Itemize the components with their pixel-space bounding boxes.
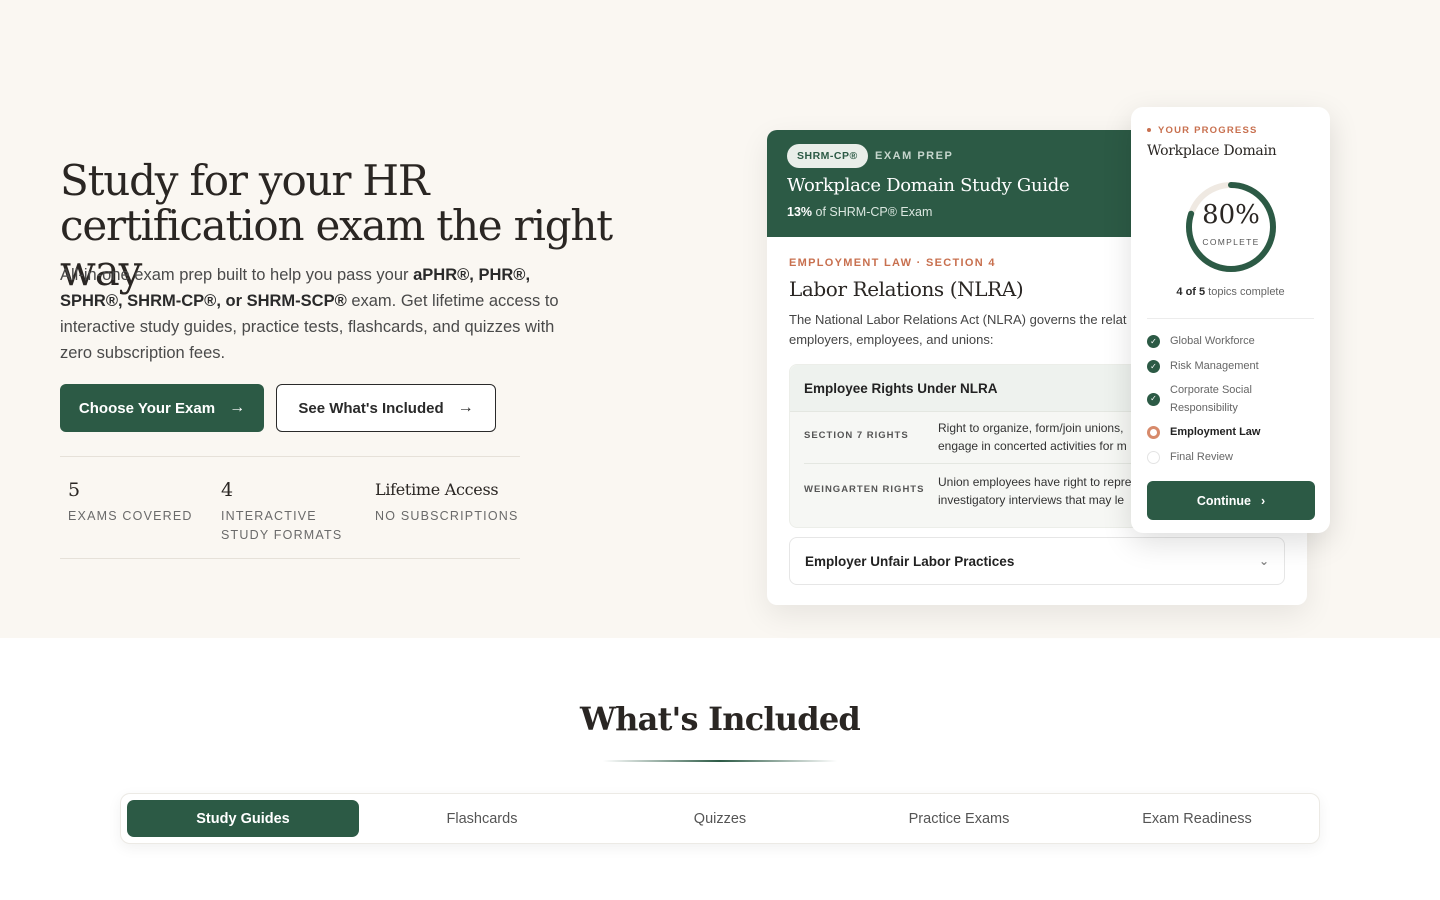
stat-value: 4 (221, 479, 234, 501)
exam-weight: 13% of SHRM-CP® Exam (787, 205, 932, 219)
check-icon: ✓ (1147, 335, 1160, 348)
exam-prep-tag: EXAM PREP (875, 150, 954, 162)
topic-label: Risk Management (1170, 360, 1259, 372)
progress-complete-label: COMPLETE (1202, 237, 1260, 247)
choose-exam-label: Choose Your Exam (78, 399, 216, 417)
hero-section: Study for your HR certification exam the… (0, 0, 1440, 638)
continue-label: Continue (1196, 493, 1251, 508)
tab-exam-readiness[interactable]: Exam Readiness (1081, 800, 1313, 837)
tab-flashcards[interactable]: Flashcards (366, 800, 598, 837)
hero-desc-prefix: All-in-one exam prep built to help you p… (60, 266, 414, 284)
choose-exam-button[interactable]: Choose Your Exam → (60, 384, 264, 432)
progress-percent: 80% (1202, 200, 1260, 230)
included-title: What's Included (580, 700, 861, 738)
tab-practice-exams[interactable]: Practice Exams (843, 800, 1075, 837)
topics-count-suffix: topics complete (1205, 286, 1285, 298)
divider (1147, 318, 1314, 319)
hero-stats: 5 EXAMS COVERED 4 INTERACTIVE STUDY FORM… (60, 456, 520, 559)
topic-item[interactable]: ✓ Risk Management (1147, 357, 1317, 375)
exam-badge: SHRM-CP® (787, 144, 868, 168)
arrow-right-icon: → (229, 399, 246, 416)
topic-item[interactable]: ✓ Corporate Social Responsibility (1147, 381, 1317, 417)
see-included-label: See What's Included (298, 399, 444, 417)
progress-tag: YOUR PROGRESS (1147, 125, 1258, 136)
row-key: SECTION 7 RIGHTS (804, 430, 909, 441)
included-tabs: Study Guides Flashcards Quizzes Practice… (120, 793, 1320, 844)
hero-description: All-in-one exam prep built to help you p… (60, 262, 570, 366)
section-title: Labor Relations (NLRA) (789, 277, 1024, 301)
arrow-right-icon: → (457, 399, 474, 416)
stat-label: EXAMS COVERED (68, 509, 193, 523)
title-underline (603, 760, 837, 762)
tab-study-guides[interactable]: Study Guides (127, 800, 359, 837)
row-key: WEINGARTEN RIGHTS (804, 484, 925, 495)
section-tag: EMPLOYMENT LAW · SECTION 4 (789, 257, 996, 269)
current-dot-icon (1147, 426, 1160, 439)
check-icon: ✓ (1147, 360, 1160, 373)
chevron-down-icon: ⌄ (1258, 554, 1269, 568)
topic-label: Corporate Social Responsibility (1170, 384, 1252, 414)
topic-item[interactable]: ✓ Global Workforce (1147, 332, 1317, 350)
chevron-right-icon: › (1261, 493, 1266, 508)
topic-label: Employment Law (1170, 426, 1261, 438)
see-included-button[interactable]: See What's Included → (276, 384, 496, 432)
check-icon: ✓ (1147, 392, 1160, 406)
stat-value: 5 (68, 479, 81, 501)
stat-lifetime: Lifetime Access NO SUBSCRIPTIONS (375, 479, 520, 526)
topic-item[interactable]: Final Review (1147, 448, 1317, 466)
accordion-unfair-practices[interactable]: Employer Unfair Labor Practices ⌄ (789, 537, 1285, 585)
stat-value: Lifetime Access (375, 480, 499, 499)
topic-label: Final Review (1170, 451, 1233, 463)
topic-label: Global Workforce (1170, 335, 1255, 347)
pending-dot-icon (1147, 451, 1160, 464)
topics-count: 4 of 5 topics complete (1131, 286, 1330, 298)
topics-count-value: 4 of 5 (1176, 286, 1206, 298)
progress-card: YOUR PROGRESS Workplace Domain 80% COMPL… (1131, 107, 1330, 533)
accordion-title: Employer Unfair Labor Practices (805, 553, 1015, 569)
exam-weight-suffix: of SHRM-CP® Exam (812, 205, 933, 219)
stat-label: INTERACTIVE STUDY FORMATS (221, 509, 343, 542)
topic-item-current[interactable]: Employment Law (1147, 423, 1317, 441)
exam-weight-pct: 13% (787, 205, 813, 219)
stat-label: NO SUBSCRIPTIONS (375, 509, 519, 523)
study-guide-title: Workplace Domain Study Guide (787, 175, 1070, 196)
stat-formats: 4 INTERACTIVE STUDY FORMATS (221, 479, 366, 545)
stat-exams: 5 EXAMS COVERED (68, 479, 208, 526)
continue-button[interactable]: Continue › (1147, 481, 1315, 520)
progress-title: Workplace Domain (1147, 143, 1277, 159)
tab-quizzes[interactable]: Quizzes (604, 800, 836, 837)
